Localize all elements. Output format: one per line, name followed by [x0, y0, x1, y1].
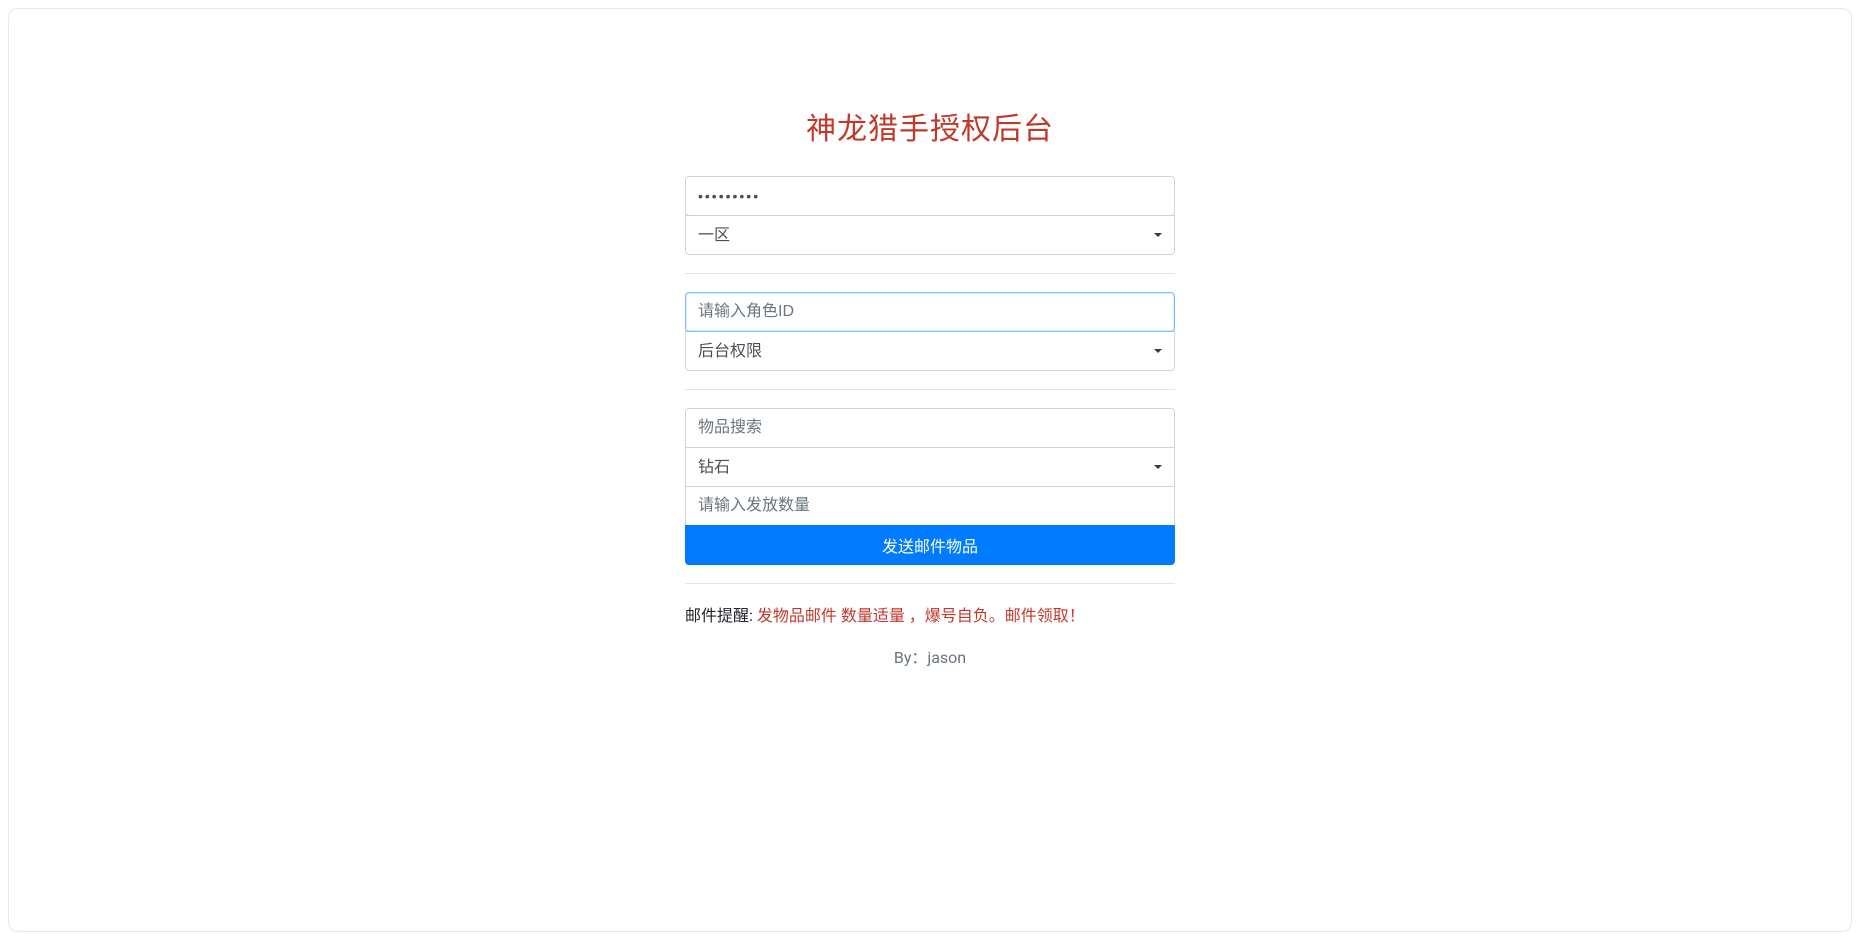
password-input[interactable] — [685, 176, 1175, 216]
form-container: 神龙猎手授权后台 一区 后台权限 钻石 发送邮件物品 邮件提醒: 发物品邮件 数… — [685, 104, 1175, 668]
page-frame: 神龙猎手授权后台 一区 后台权限 钻石 发送邮件物品 邮件提醒: 发物品邮件 数… — [8, 8, 1852, 932]
mail-group: 钻石 发送邮件物品 — [685, 408, 1175, 584]
notice-text: 发物品邮件 数量适量 ，爆号自负。邮件领取！ — [757, 606, 1085, 625]
mail-notice: 邮件提醒: 发物品邮件 数量适量 ，爆号自负。邮件领取！ — [685, 602, 1175, 626]
send-mail-button[interactable]: 发送邮件物品 — [685, 525, 1175, 565]
notice-label: 邮件提醒: — [685, 606, 757, 625]
item-select[interactable]: 钻石 — [685, 447, 1175, 487]
permission-select[interactable]: 后台权限 — [685, 331, 1175, 371]
auth-group: 一区 — [685, 176, 1175, 274]
item-search-input[interactable] — [685, 408, 1175, 448]
permission-group: 后台权限 — [685, 292, 1175, 390]
role-id-input[interactable] — [685, 292, 1175, 332]
quantity-input[interactable] — [685, 486, 1175, 526]
zone-select[interactable]: 一区 — [685, 215, 1175, 255]
footer-credit: By：jason — [685, 644, 1175, 668]
page-title: 神龙猎手授权后台 — [685, 104, 1175, 148]
